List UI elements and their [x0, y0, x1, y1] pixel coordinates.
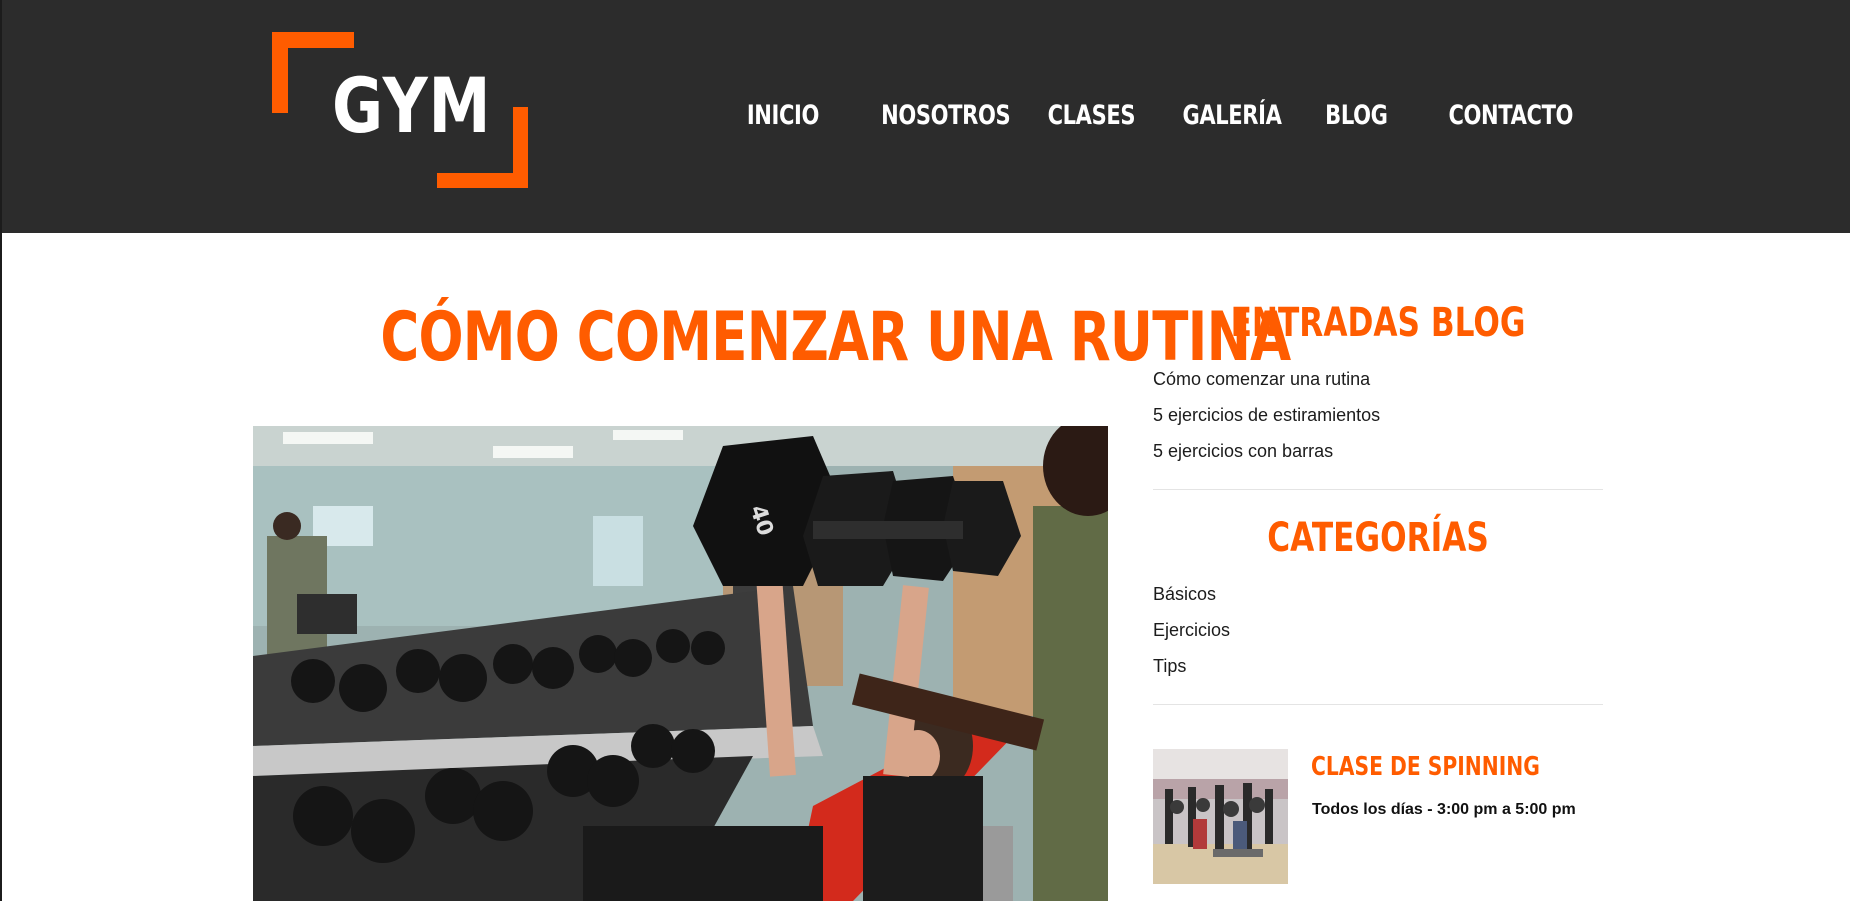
category-link[interactable]: Tips: [1153, 656, 1186, 676]
category-link[interactable]: Básicos: [1153, 584, 1216, 604]
class-schedule: Todos los días - 3:00 pm a 5:00 pm: [1312, 801, 1576, 818]
class-card[interactable]: CLASE DE SPINNING Todos los días - 3:00 …: [1153, 749, 1603, 889]
page: GYM INICIO NOSOTROS CLASES GALERÍA BLOG …: [0, 0, 1850, 901]
list-item: Tips: [1153, 648, 1603, 684]
sidebar: ENTRADAS BLOG Cómo comenzar una rutina 5…: [1153, 295, 1603, 889]
nav-item-clases[interactable]: CLASES: [1048, 98, 1136, 134]
blog-entries-heading-text: ENTRADAS BLOG: [1230, 300, 1526, 346]
nav-item-inicio[interactable]: INICIO: [747, 98, 820, 134]
logo-text: GYM: [332, 61, 492, 150]
categories-list: Básicos Ejercicios Tips: [1153, 576, 1603, 684]
class-title[interactable]: CLASE DE SPINNING: [1311, 749, 1540, 785]
blog-entry-link[interactable]: 5 ejercicios de estiramientos: [1153, 405, 1380, 425]
blog-entries-heading: ENTRADAS BLOG: [1153, 295, 1603, 351]
gym-logo[interactable]: GYM: [272, 32, 528, 188]
list-item: Cómo comenzar una rutina: [1153, 361, 1603, 397]
gym-weights-photo: 40: [253, 426, 1108, 901]
categories-heading-text: CATEGORÍAS: [1267, 515, 1489, 561]
page-edge: [0, 0, 2, 901]
post-hero-image: 40: [253, 426, 1108, 901]
categories-heading: CATEGORÍAS: [1153, 510, 1603, 566]
nav-item-blog[interactable]: BLOG: [1325, 98, 1388, 134]
spinning-class-photo: [1153, 749, 1288, 884]
class-thumbnail: [1153, 749, 1288, 884]
divider: [1153, 489, 1603, 490]
post-title: CÓMO COMENZAR UNA RUTINA: [252, 300, 1291, 376]
site-header: GYM INICIO NOSOTROS CLASES GALERÍA BLOG …: [0, 0, 1850, 233]
list-item: Ejercicios: [1153, 612, 1603, 648]
nav-item-contacto[interactable]: CONTACTO: [1448, 98, 1573, 134]
blog-entry-link[interactable]: Cómo comenzar una rutina: [1153, 369, 1370, 389]
list-item: 5 ejercicios de estiramientos: [1153, 397, 1603, 433]
category-link[interactable]: Ejercicios: [1153, 620, 1230, 640]
list-item: Básicos: [1153, 576, 1603, 612]
nav-item-galeria[interactable]: GALERÍA: [1182, 98, 1281, 134]
main-nav: INICIO NOSOTROS CLASES GALERÍA BLOG CONT…: [740, 96, 1574, 136]
nav-item-nosotros[interactable]: NOSOTROS: [881, 98, 1011, 134]
divider: [1153, 704, 1603, 705]
blog-entry-link[interactable]: 5 ejercicios con barras: [1153, 441, 1333, 461]
list-item: 5 ejercicios con barras: [1153, 433, 1603, 469]
blog-entries-list: Cómo comenzar una rutina 5 ejercicios de…: [1153, 361, 1603, 469]
